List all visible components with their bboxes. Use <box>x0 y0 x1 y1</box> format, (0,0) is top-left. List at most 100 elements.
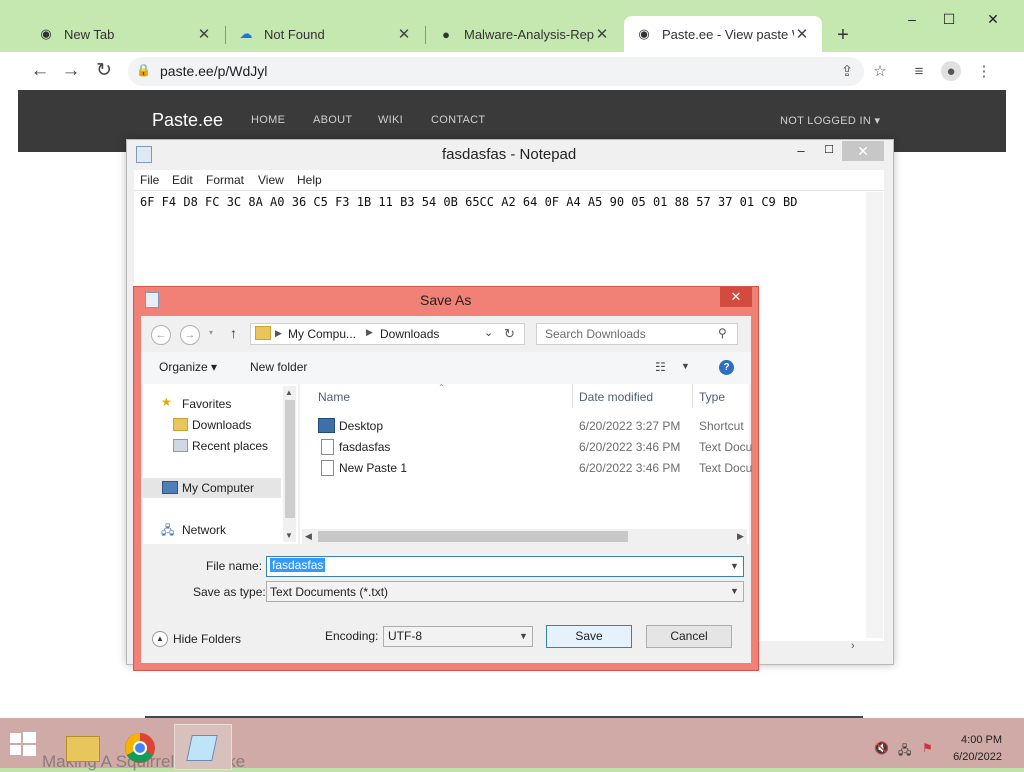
clock-time[interactable]: 4:00 PM <box>950 734 1002 746</box>
site-brand[interactable]: Paste.ee <box>152 110 223 131</box>
file-name[interactable]: Desktop <box>339 419 383 433</box>
refresh-icon[interactable]: ↻ <box>504 326 515 342</box>
file-name[interactable]: fasdasfas <box>339 440 390 454</box>
breadcrumb-downloads[interactable]: Downloads <box>380 327 439 341</box>
reload-button[interactable]: ↻ <box>93 60 115 82</box>
notepad-content[interactable]: 6F F4 D8 FC 3C 8A A0 36 C5 F3 1B 11 B3 5… <box>140 195 864 209</box>
nav-recent-places[interactable]: Recent places <box>192 439 268 453</box>
menu-format[interactable]: Format <box>206 173 244 187</box>
clock-date[interactable]: 6/20/2022 <box>950 751 1002 763</box>
tab-malware-analysis[interactable]: ● Malware-Analysis-Report ✕ <box>426 16 622 52</box>
menu-help[interactable]: Help <box>297 173 322 187</box>
notepad-title: fasdasfas - Notepad <box>442 146 577 163</box>
back-button[interactable]: ← <box>29 60 51 82</box>
nav-scroll-thumb[interactable] <box>285 400 295 518</box>
nav-network[interactable]: Network <box>182 523 226 537</box>
file-type: Text Docu <box>699 461 753 475</box>
recent-dropdown-icon[interactable]: ▾ <box>209 328 213 337</box>
taskbar-file-explorer[interactable] <box>58 724 114 768</box>
volume-muted-icon[interactable]: 🔇 <box>874 741 889 755</box>
column-type[interactable]: Type <box>699 390 725 404</box>
chevron-down-icon[interactable]: ⌄ <box>484 326 493 339</box>
organize-button[interactable]: Organize ▾ <box>159 360 217 374</box>
column-name[interactable]: Name <box>318 390 350 404</box>
tab-new-tab[interactable]: ◉ New Tab ✕ <box>26 16 224 52</box>
reading-list-icon[interactable]: ≡ <box>908 61 930 83</box>
chrome-icon <box>125 733 155 763</box>
maximize-button[interactable]: ☐ <box>934 8 964 30</box>
folder-icon <box>66 736 100 762</box>
column-date-modified[interactable]: Date modified <box>579 390 653 404</box>
cancel-button[interactable]: Cancel <box>646 625 732 648</box>
horizontal-scroll-thumb[interactable] <box>318 531 628 542</box>
nav-contact[interactable]: CONTACT <box>431 114 485 126</box>
minimize-button[interactable]: – <box>788 143 814 159</box>
scroll-left-icon[interactable]: ◀ <box>305 531 312 542</box>
save-button[interactable]: Save <box>546 625 632 648</box>
column-separator[interactable] <box>692 384 693 408</box>
help-icon[interactable]: ? <box>719 360 734 375</box>
menu-icon[interactable]: ⋮ <box>973 61 995 83</box>
scroll-right-icon[interactable]: › <box>851 640 855 652</box>
nav-home[interactable]: HOME <box>251 114 285 126</box>
vertical-scrollbar[interactable] <box>866 192 883 638</box>
close-window-button[interactable]: ✕ <box>978 8 1008 30</box>
breadcrumb-my-computer[interactable]: My Compu... <box>288 327 356 341</box>
file-name[interactable]: New Paste 1 <box>339 461 407 475</box>
profile-avatar[interactable]: ● <box>941 61 961 81</box>
nav-about[interactable]: ABOUT <box>313 114 352 126</box>
chevron-up-icon[interactable]: ▲ <box>152 631 168 647</box>
chevron-down-icon[interactable]: ▼ <box>730 586 739 596</box>
chevron-down-icon[interactable]: ▼ <box>681 361 690 371</box>
lock-icon[interactable]: 🔒 <box>136 63 151 79</box>
chevron-right-icon[interactable]: ▶ <box>366 327 373 338</box>
save-type-value[interactable]: Text Documents (*.txt) <box>270 585 388 599</box>
forward-button[interactable]: → <box>60 60 82 82</box>
scroll-right-icon[interactable]: ▶ <box>737 531 744 542</box>
nav-my-computer[interactable]: My Computer <box>182 481 254 495</box>
file-name-input[interactable] <box>266 556 744 577</box>
share-icon[interactable]: ⇪ <box>836 61 858 83</box>
close-icon[interactable]: ✕ <box>794 25 810 43</box>
maximize-button[interactable]: ☐ <box>816 143 842 159</box>
close-icon[interactable]: ✕ <box>594 25 610 43</box>
menu-file[interactable]: File <box>140 173 159 187</box>
search-icon[interactable]: ⚲ <box>718 326 727 340</box>
action-center-icon[interactable]: ⚑ <box>922 741 933 755</box>
minimize-button[interactable]: – <box>897 8 927 30</box>
chevron-right-icon[interactable]: ▶ <box>275 328 282 339</box>
hide-folders-button[interactable]: Hide Folders <box>173 632 241 646</box>
encoding-value[interactable]: UTF-8 <box>388 629 422 643</box>
file-name-value[interactable]: fasdasfas <box>270 558 326 572</box>
chevron-down-icon[interactable]: ▼ <box>730 561 739 571</box>
tab-not-found[interactable]: ☁ Not Found ✕ <box>226 16 424 52</box>
url-text[interactable]: paste.ee/p/WdJyl <box>160 63 267 79</box>
column-separator[interactable] <box>572 384 573 408</box>
nav-downloads[interactable]: Downloads <box>192 418 251 432</box>
close-button[interactable]: ✕ <box>720 287 752 307</box>
new-tab-button[interactable]: + <box>832 24 854 46</box>
chevron-down-icon[interactable]: ▼ <box>519 631 528 641</box>
close-icon[interactable]: ✕ <box>396 25 412 43</box>
nav-wiki[interactable]: WIKI <box>378 114 403 126</box>
scroll-down-icon[interactable]: ▼ <box>285 531 293 540</box>
bookmark-star-icon[interactable]: ☆ <box>869 61 891 83</box>
network-tray-icon[interactable]: 🖧 <box>898 741 911 762</box>
close-icon[interactable]: ✕ <box>196 25 212 43</box>
forward-button[interactable]: → <box>180 325 200 345</box>
up-folder-button[interactable]: ↑ <box>230 325 237 341</box>
menu-edit[interactable]: Edit <box>172 173 193 187</box>
new-folder-button[interactable]: New folder <box>250 360 307 374</box>
recent-places-icon <box>173 439 188 452</box>
taskbar-notepad[interactable] <box>174 724 232 770</box>
nav-account[interactable]: NOT LOGGED IN ▾ <box>780 114 880 127</box>
close-button[interactable]: ✕ <box>842 141 884 161</box>
back-button[interactable]: ← <box>151 325 171 345</box>
start-button[interactable] <box>8 731 38 757</box>
view-options-icon[interactable]: ☷ <box>655 360 666 374</box>
scroll-up-icon[interactable]: ▲ <box>285 388 293 397</box>
taskbar-chrome[interactable] <box>116 724 172 768</box>
nav-favorites[interactable]: Favorites <box>182 397 231 411</box>
tab-paste-ee[interactable]: ◉ Paste.ee - View paste Wd ✕ <box>624 16 822 52</box>
menu-view[interactable]: View <box>258 173 284 187</box>
